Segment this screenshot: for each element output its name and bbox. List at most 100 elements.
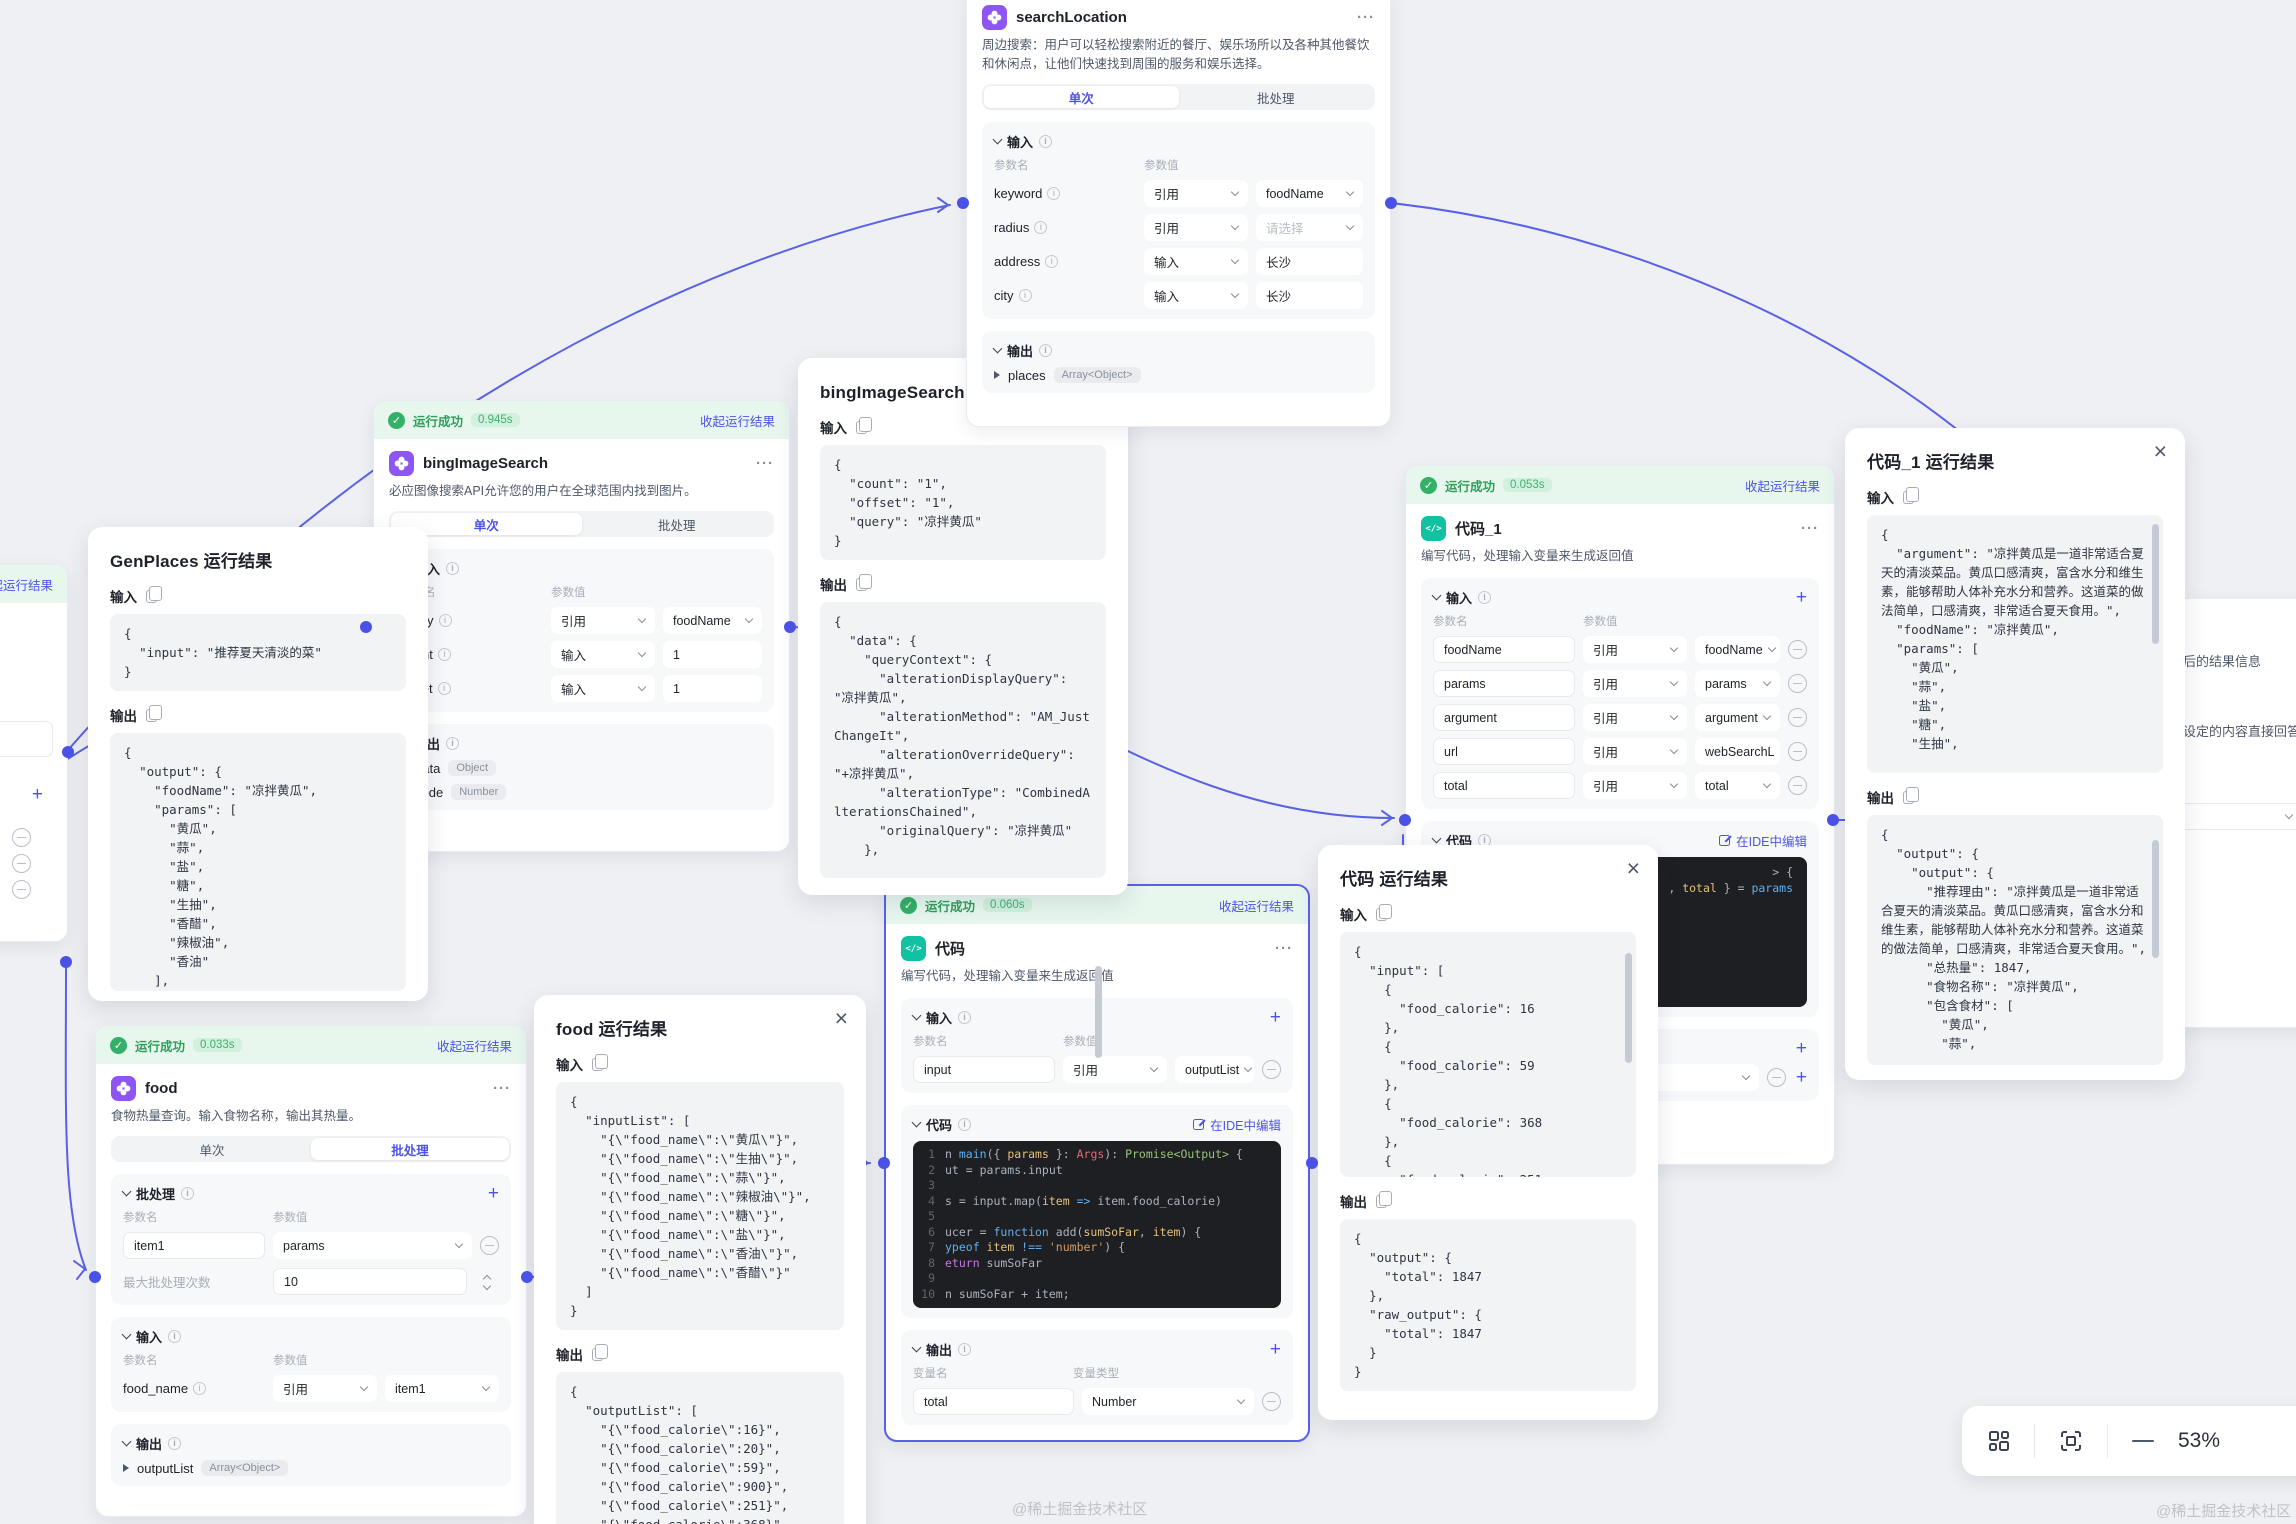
copy-icon[interactable]	[146, 709, 157, 722]
info-icon[interactable]: i	[1019, 289, 1032, 302]
collapse-section-icon[interactable]	[122, 1186, 132, 1196]
number-stepper[interactable]	[475, 1268, 499, 1295]
edit-in-ide-link[interactable]: 在IDE中编辑	[1719, 831, 1807, 850]
remove-param-icon[interactable]	[1788, 674, 1807, 693]
remove-param-icon[interactable]	[480, 1236, 499, 1255]
param-value-select[interactable]: params	[1695, 670, 1780, 697]
param-value-select[interactable]: foodName	[1256, 180, 1363, 207]
param-mode-select[interactable]: 输入	[551, 675, 655, 702]
more-icon[interactable]: ···	[756, 455, 774, 472]
zoom-out-button[interactable]	[2132, 1440, 2154, 1443]
info-icon[interactable]: i	[958, 1011, 971, 1024]
info-icon[interactable]: i	[438, 682, 451, 695]
collapse-run-result-link[interactable]: 收起运行结果	[437, 1036, 512, 1055]
output-json[interactable]: { "outputList": [ "{\"food_calorie\":16}…	[556, 1372, 844, 1524]
copy-icon[interactable]	[146, 590, 157, 603]
scrollbar-thumb[interactable]	[2152, 840, 2159, 958]
output-type-select[interactable]: Number	[1082, 1388, 1254, 1415]
expand-icon[interactable]	[994, 371, 1000, 379]
param-mode-select[interactable]: 引用	[1583, 670, 1687, 697]
remove-param-icon[interactable]	[1788, 708, 1807, 727]
edit-in-ide-link[interactable]: 在IDE中编辑	[1193, 1115, 1281, 1134]
info-icon[interactable]: i	[958, 1343, 971, 1356]
scrollbar-thumb[interactable]	[2152, 524, 2159, 644]
collapse-section-icon[interactable]	[912, 1010, 922, 1020]
collapse-run-result-link[interactable]: 收起运行结果	[700, 411, 775, 430]
collapse-run-result-link[interactable]: 收起运行结果	[0, 575, 53, 594]
copy-icon[interactable]	[1903, 791, 1914, 804]
max-batch-input[interactable]: 10	[273, 1268, 467, 1295]
param-mode-select[interactable]: 输入	[551, 641, 655, 668]
tab-single[interactable]: 单次	[984, 86, 1179, 108]
param-mode-select[interactable]: 引用	[1583, 738, 1687, 765]
output-json[interactable]: { "data": { "queryContext": { "alteratio…	[820, 602, 1106, 878]
connector-dot[interactable]	[1385, 197, 1397, 209]
copy-icon[interactable]	[1376, 908, 1387, 921]
param-value-select[interactable]: outputList	[1175, 1056, 1254, 1083]
more-icon[interactable]: ···	[1275, 940, 1293, 957]
collapse-section-icon[interactable]	[993, 134, 1003, 144]
close-icon[interactable]: ×	[2154, 440, 2167, 463]
add-output-button[interactable]: +	[1796, 1039, 1807, 1058]
tab-batch[interactable]: 批处理	[582, 513, 773, 535]
collapse-section-icon[interactable]	[1432, 833, 1442, 843]
add-param-button[interactable]: +	[32, 785, 43, 804]
add-output-button[interactable]: +	[1270, 1340, 1281, 1359]
collapse-section-icon[interactable]	[912, 1342, 922, 1352]
connector-dot[interactable]	[62, 746, 74, 758]
connector-dot[interactable]	[89, 1271, 101, 1283]
info-icon[interactable]: i	[1034, 221, 1047, 234]
close-icon[interactable]: ×	[835, 1007, 848, 1030]
info-icon[interactable]: i	[193, 1382, 206, 1395]
copy-icon[interactable]	[1376, 1195, 1387, 1208]
info-icon[interactable]: i	[446, 562, 459, 575]
connector-dot[interactable]	[1827, 814, 1839, 826]
info-icon[interactable]: i	[181, 1187, 194, 1200]
param-value-select[interactable]: webSearchL	[1695, 738, 1780, 765]
param-value-select[interactable]: item1	[385, 1375, 499, 1402]
info-icon[interactable]: i	[168, 1437, 181, 1450]
tab-batch[interactable]: 批处理	[311, 1138, 509, 1160]
layout-grid-icon[interactable]	[1988, 1430, 2010, 1452]
param-value-select[interactable]: 请选择	[1256, 214, 1363, 241]
connector-dot[interactable]	[1306, 1157, 1318, 1169]
param-value-input[interactable]: 1	[663, 675, 762, 702]
tab-single[interactable]: 单次	[113, 1138, 311, 1160]
copy-icon[interactable]	[592, 1348, 603, 1361]
input-json[interactable]: { "input": [ { "food_calorie": 16 }, { "…	[1340, 932, 1636, 1177]
collapse-section-icon[interactable]	[122, 1436, 132, 1446]
collapse-section-icon[interactable]	[122, 1329, 132, 1339]
param-mode-select[interactable]: 引用	[551, 607, 655, 634]
collapse-section-icon[interactable]	[993, 343, 1003, 353]
param-name-input[interactable]: total	[1433, 772, 1575, 799]
scrollbar-thumb[interactable]	[1625, 953, 1632, 1063]
info-icon[interactable]: i	[439, 614, 452, 627]
param-mode-select[interactable]: 引用	[1144, 180, 1248, 207]
code-editor[interactable]: 1n main({ params }: Args): Promise<Outpu…	[913, 1141, 1281, 1308]
param-value-select[interactable]: argument	[1695, 704, 1780, 731]
node-searchlocation[interactable]: searchLocation ··· 周边搜索：用户可以轻松搜索附近的餐厅、娱乐…	[966, 0, 1391, 427]
collapse-run-result-link[interactable]: 收起运行结果	[1745, 476, 1820, 495]
expand-icon[interactable]	[123, 1464, 129, 1472]
info-icon[interactable]: i	[1039, 344, 1052, 357]
param-mode-select[interactable]: 引用	[1063, 1056, 1167, 1083]
node-food[interactable]: ✓ 运行成功 0.033s 收起运行结果 food ··· 食物热量查询。输入食…	[95, 1025, 527, 1517]
param-name-input[interactable]: input	[913, 1056, 1055, 1083]
scrollbar-thumb[interactable]	[1095, 966, 1102, 1058]
tab-batch[interactable]: 批处理	[1179, 86, 1374, 108]
copy-icon[interactable]	[1903, 491, 1914, 504]
fit-view-icon[interactable]	[2059, 1429, 2083, 1453]
info-icon[interactable]: i	[1039, 135, 1052, 148]
output-json[interactable]: { "output": { "output": { "推荐理由": "凉拌黄瓜是…	[1867, 815, 2163, 1065]
connector-dot[interactable]	[784, 621, 796, 633]
remove-param-icon[interactable]	[1788, 742, 1807, 761]
info-icon[interactable]: i	[958, 1118, 971, 1131]
copy-icon[interactable]	[856, 421, 867, 434]
param-mode-select[interactable]: 输入	[1144, 248, 1248, 275]
output-var-input[interactable]: total	[913, 1388, 1074, 1415]
connector-dot[interactable]	[360, 621, 372, 633]
param-value-select[interactable]: params	[273, 1232, 472, 1259]
input-json[interactable]: { "count": "1", "offset": "1", "query": …	[820, 445, 1106, 560]
remove-param-icon[interactable]	[1262, 1060, 1281, 1079]
input-json[interactable]: { "inputList": [ "{\"food_name\":\"黄瓜\"}…	[556, 1082, 844, 1330]
